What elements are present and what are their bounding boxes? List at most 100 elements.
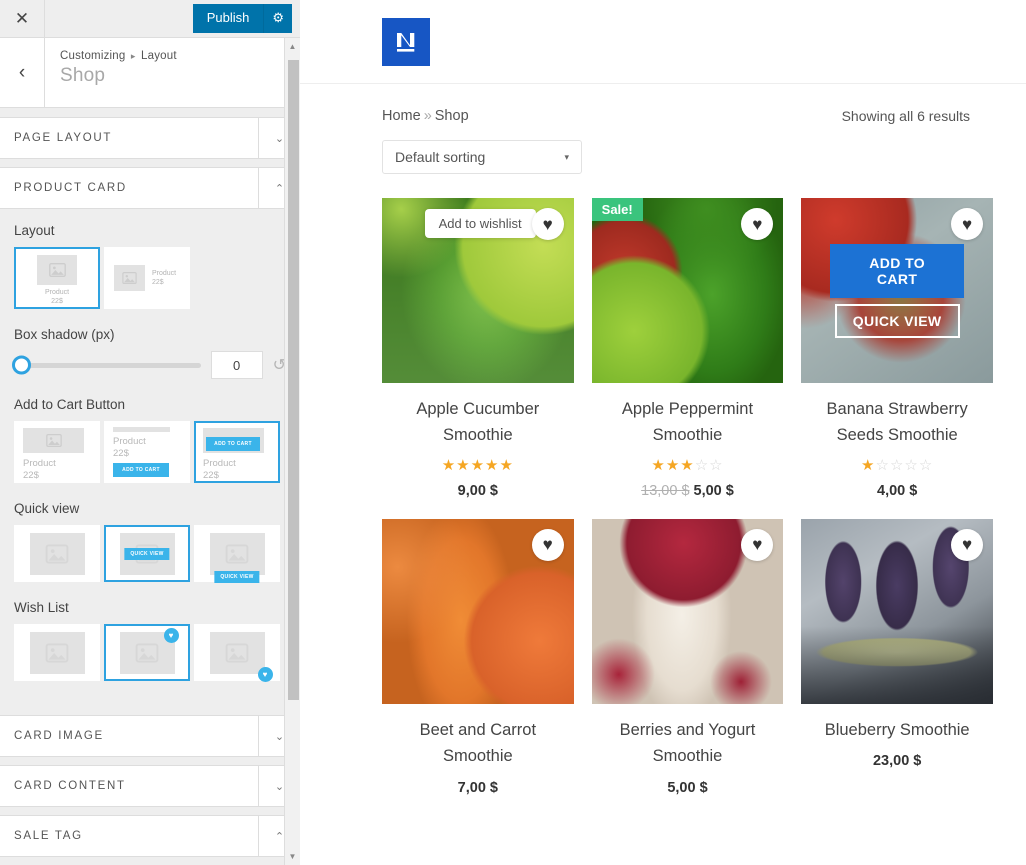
star-filled-icon: ★	[456, 456, 471, 474]
add-to-cart-option-none[interactable]: Product 22$	[14, 421, 100, 483]
sidebar-scrollbar[interactable]: ▲ ▼	[284, 38, 300, 865]
product-image[interactable]: ♥	[591, 518, 784, 704]
page-title: Shop	[60, 65, 106, 86]
layout-thumb-product: Product	[44, 289, 70, 296]
wishlist-button[interactable]: ♥	[531, 208, 564, 240]
image-placeholder-icon	[23, 428, 84, 453]
atc-thumb-product: Product	[23, 458, 56, 469]
product-card[interactable]: ♥ Beet and Carrot Smoothie 7,00 $	[382, 518, 574, 796]
quick-view-option-bottom[interactable]: QUICK VIEW	[194, 525, 280, 583]
add-to-cart-option-overlay[interactable]: ADD TO CART Product 22$	[194, 421, 280, 483]
quick-view-button[interactable]: QUICK VIEW	[834, 303, 960, 338]
box-shadow-slider[interactable]	[12, 355, 201, 375]
product-card[interactable]: Add to wishlist ♥ Apple Cucumber Smoothie ★…	[382, 198, 574, 499]
section-sale-tag[interactable]: SALE TAG ⌃	[0, 815, 300, 857]
product-image[interactable]: Sale! ♥	[591, 198, 784, 383]
breadcrumb-shop: Shop	[434, 108, 469, 124]
section-product-card[interactable]: PRODUCT CARD ⌃	[0, 167, 300, 209]
product-grid: Add to wishlist ♥ Apple Cucumber Smoothie ★…	[300, 174, 1026, 796]
section-sale-tag-label: SALE TAG	[14, 830, 83, 842]
wishlist-button[interactable]: ♥	[951, 528, 983, 561]
atc-thumb-price: 22$	[203, 469, 219, 481]
atc-thumb-caption: Product 22$	[23, 458, 91, 481]
product-card[interactable]: Sale! ♥ Apple Peppermint Smoothie ★★★☆☆ 13,0…	[591, 198, 784, 499]
section-card-image[interactable]: CARD IMAGE ⌄	[0, 715, 300, 757]
back-chevron-icon[interactable]: ‹	[0, 38, 45, 107]
breadcrumb-home-link[interactable]: Home	[382, 108, 421, 124]
box-shadow-value-input[interactable]: 0	[210, 351, 263, 379]
product-card[interactable]: ♥ ADD TO CART QUICK VIEW Banana Strawberry …	[801, 198, 993, 499]
scroll-down-icon[interactable]: ▼	[285, 848, 300, 865]
product-title[interactable]: Apple Cucumber Smoothie	[382, 396, 574, 449]
product-price: 4,00 $	[801, 483, 993, 499]
gear-icon[interactable]: ⚙	[263, 4, 292, 33]
wish-list-option-top-right[interactable]: ♥	[104, 624, 190, 681]
scrollbar-thumb[interactable]	[288, 60, 299, 700]
publish-button[interactable]: Publish	[192, 4, 264, 33]
sorting-select[interactable]: Default sorting ▾	[382, 140, 582, 174]
layout-thumb-inner: Product 22$	[16, 249, 98, 307]
heart-icon: ♥	[961, 214, 973, 234]
shop-breadcrumb: Home» Shop	[382, 108, 469, 124]
close-icon[interactable]: ✕	[0, 0, 45, 37]
product-title[interactable]: Berries and Yogurt Smoothie	[592, 717, 784, 770]
wishlist-button[interactable]: ♥	[951, 208, 983, 240]
layout-option-image-left[interactable]: Product 22$	[104, 247, 190, 309]
publish-group: Publish ⚙	[192, 0, 300, 37]
product-price: 7,00 $	[382, 780, 574, 796]
wishlist-button[interactable]: ♥	[531, 528, 564, 561]
breadcrumb-separator: »	[423, 108, 432, 124]
quick-view-mini-button: QUICK VIEW	[214, 570, 260, 583]
breadcrumb-current[interactable]: Layout	[141, 50, 177, 62]
add-to-cart-option-below[interactable]: Product 22$ ADD TO CART	[104, 421, 190, 483]
product-card[interactable]: ♥ Blueberry Smoothie 23,00 $	[801, 518, 993, 796]
product-image[interactable]: ♥	[801, 518, 993, 704]
product-rating: ★★★★★	[382, 458, 574, 473]
star-filled-icon: ★	[861, 456, 876, 474]
section-page-layout[interactable]: PAGE LAYOUT ⌄	[0, 117, 300, 159]
product-image[interactable]: Add to wishlist ♥	[382, 198, 574, 383]
product-card[interactable]: ♥ Berries and Yogurt Smoothie 5,00 $	[591, 518, 784, 796]
product-card-controls: Layout Product 22$ Product 22$ Box shado…	[0, 209, 300, 707]
product-title[interactable]: Banana Strawberry Seeds Smoothie	[801, 396, 993, 449]
heart-icon: ♥	[542, 535, 553, 555]
add-to-cart-button[interactable]: ADD TO CART	[830, 243, 965, 298]
layout-option-image-top[interactable]: Product 22$	[14, 247, 100, 309]
slider-handle[interactable]	[12, 355, 31, 375]
quick-view-option-none[interactable]	[14, 525, 100, 582]
layout-options: Product 22$ Product 22$	[14, 247, 286, 309]
star-empty-icon: ☆	[889, 456, 905, 474]
atc-thumb-caption: Product 22$	[203, 458, 271, 481]
wishlist-button[interactable]: ♥	[741, 528, 774, 561]
product-title[interactable]: Blueberry Smoothie	[801, 717, 993, 743]
image-placeholder-icon	[114, 265, 145, 291]
quick-view-options: QUICK VIEW QUICK VIEW	[14, 525, 286, 583]
layout-control-label: Layout	[14, 223, 55, 238]
product-rating: ★★★☆☆	[592, 458, 784, 473]
star-empty-icon: ☆	[918, 456, 934, 474]
product-current-price: 5,00 $	[667, 779, 708, 796]
product-title[interactable]: Beet and Carrot Smoothie	[382, 717, 574, 770]
star-filled-icon: ★	[651, 456, 666, 474]
site-logo[interactable]	[382, 17, 430, 66]
product-image[interactable]: ♥ ADD TO CART QUICK VIEW	[801, 198, 993, 383]
sale-badge: Sale!	[591, 198, 643, 221]
customizer-titles: Customizing ▸ Layout Shop	[45, 38, 177, 107]
breadcrumb: Customizing ▸ Layout	[60, 50, 177, 62]
customizer-screen: ✕ Publish ⚙ ‹ Customizing ▸ Layout Shop …	[0, 0, 1026, 865]
product-current-price: 4,00 $	[877, 482, 918, 499]
atc-thumb-price: 22$	[23, 469, 39, 481]
customizer-body: PAGE LAYOUT ⌄ PRODUCT CARD ⌃ Layout Prod…	[0, 109, 300, 865]
product-title[interactable]: Apple Peppermint Smoothie	[592, 396, 784, 449]
breadcrumb-root[interactable]: Customizing	[60, 50, 125, 62]
wish-list-option-none[interactable]	[14, 624, 100, 681]
star-filled-icon: ★	[441, 456, 457, 474]
scroll-up-icon[interactable]: ▲	[285, 38, 300, 55]
quick-view-option-center[interactable]: QUICK VIEW	[104, 525, 190, 582]
product-image[interactable]: ♥	[382, 518, 574, 704]
atc-mini-button: ADD TO CART	[206, 437, 260, 451]
section-card-content[interactable]: CARD CONTENT ⌄	[0, 765, 300, 807]
wish-list-option-bottom-right[interactable]: ♥	[194, 624, 280, 682]
star-empty-icon: ☆	[709, 456, 724, 474]
wishlist-button[interactable]: ♥	[741, 208, 774, 240]
